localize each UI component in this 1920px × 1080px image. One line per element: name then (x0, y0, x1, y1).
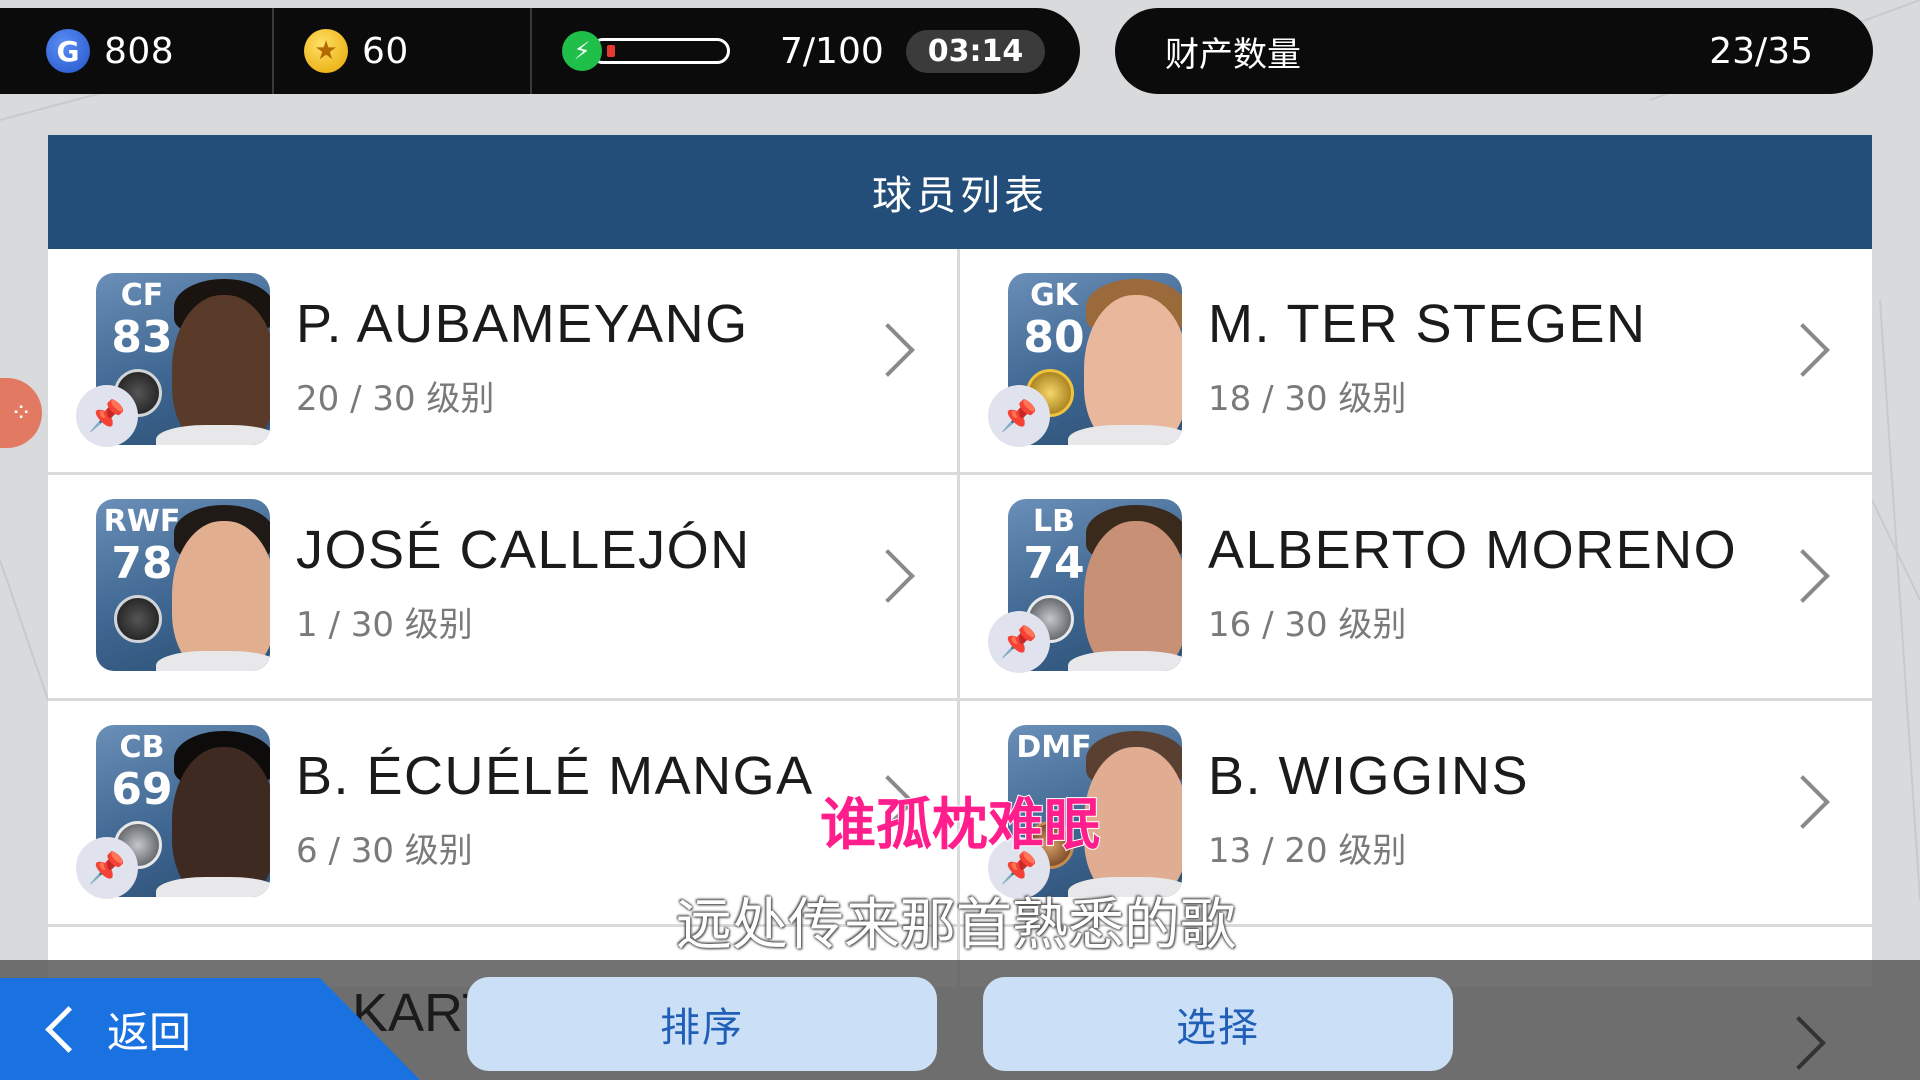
player-list: CF 83 📌 P. AUBAMEYANG 20 / 30 级别 GK 80 📌 M. TER… (48, 249, 1872, 987)
player-card[interactable]: CF 83 📌 P. AUBAMEYANG 20 / 30 级别 (48, 249, 960, 475)
player-position: CB (119, 730, 165, 765)
chevron-right-icon (861, 323, 915, 377)
player-rating: 83 (111, 312, 173, 363)
pin-icon[interactable]: 📌 (988, 611, 1050, 673)
gp-display[interactable]: G 808 (0, 8, 274, 94)
coin-display[interactable]: ★ 60 (274, 8, 532, 94)
panel-title: 球员列表 (48, 135, 1872, 249)
player-level: 18 / 30 级别 (1208, 379, 1407, 419)
star-coin-icon: ★ (304, 29, 348, 73)
chevron-right-icon (1776, 323, 1830, 377)
pin-icon[interactable]: 📌 (988, 385, 1050, 447)
player-position: DMF (1016, 730, 1092, 765)
currency-bar: G 808 ★ 60 ⚡ 7/100 03:14 (0, 8, 1080, 94)
player-level: 16 / 30 级别 (1208, 605, 1407, 645)
player-rating: 78 (111, 538, 173, 589)
player-face (1084, 521, 1182, 671)
player-card[interactable]: GK 80 📌 M. TER STEGEN 18 / 30 级别 (960, 249, 1872, 475)
coin-amount: 60 (362, 30, 409, 72)
player-face (172, 521, 270, 671)
subtitle-line-2: 远处传来那首熟悉的歌 (676, 893, 1236, 958)
player-rating: 74 (1023, 538, 1085, 589)
dots-icon: ⁘ (10, 398, 32, 428)
sort-label: 排序 (660, 1005, 744, 1051)
player-position: RWF (103, 504, 181, 539)
player-shirt (156, 651, 270, 671)
assets-count: 23/35 (1709, 30, 1813, 72)
player-name: P. AUBAMEYANG (296, 294, 749, 354)
gp-amount: 808 (104, 30, 175, 72)
player-position: GK (1030, 278, 1078, 313)
select-label: 选择 (1176, 1005, 1260, 1051)
player-name: B. ÉCUÉLÉ MANGA (296, 746, 814, 806)
player-name: B. WIGGINS (1208, 746, 1530, 806)
player-rating: 69 (111, 764, 173, 815)
player-name: ALBERTO MORENO (1208, 520, 1738, 580)
pin-icon[interactable]: 📌 (76, 385, 138, 447)
player-face (172, 295, 270, 445)
assets-label: 财产数量 (1165, 34, 1301, 75)
gp-coin-icon: G (46, 29, 90, 73)
player-position: LB (1033, 504, 1075, 539)
player-shirt (156, 877, 270, 897)
energy-count: 7/100 (780, 30, 884, 72)
player-level: 13 / 20 级别 (1208, 831, 1407, 871)
player-face (172, 747, 270, 897)
energy-progress-bar (590, 38, 730, 64)
player-position: CF (120, 278, 164, 313)
player-card[interactable]: RWF 78 JOSÉ CALLEJÓN 1 / 30 级别 (48, 475, 960, 701)
player-portrait: RWF 78 (96, 499, 270, 671)
player-card[interactable]: LB 74 📌 ALBERTO MORENO 16 / 30 级别 (960, 475, 1872, 701)
energy-progress-fill (607, 45, 615, 57)
back-label: 返回 (107, 1007, 192, 1057)
player-name: JOSÉ CALLEJÓN (296, 520, 751, 580)
chevron-right-icon (861, 549, 915, 603)
lightning-icon: ⚡ (562, 31, 602, 71)
sort-button[interactable]: 排序 (467, 977, 937, 1071)
subtitle-line-1: 谁孤枕难眠 (819, 792, 1101, 859)
chevron-right-icon (1776, 549, 1830, 603)
player-face (1084, 295, 1182, 445)
player-level: 20 / 30 级别 (296, 379, 495, 419)
energy-display[interactable]: ⚡ 7/100 03:14 (532, 8, 1080, 94)
club-badge-icon (114, 595, 162, 643)
select-button[interactable]: 选择 (983, 977, 1453, 1071)
player-shirt (1068, 651, 1182, 671)
chevron-right-icon (1776, 775, 1830, 829)
player-level: 6 / 30 级别 (296, 831, 473, 871)
player-level: 1 / 30 级别 (296, 605, 473, 645)
player-shirt (156, 425, 270, 445)
chevron-left-icon (45, 1005, 92, 1053)
assets-bar: 财产数量 23/35 (1115, 8, 1873, 94)
player-shirt (1068, 425, 1182, 445)
player-name: M. TER STEGEN (1208, 294, 1647, 354)
energy-timer: 03:14 (905, 29, 1046, 73)
player-rating: 80 (1023, 312, 1085, 363)
pin-icon[interactable]: 📌 (76, 837, 138, 899)
